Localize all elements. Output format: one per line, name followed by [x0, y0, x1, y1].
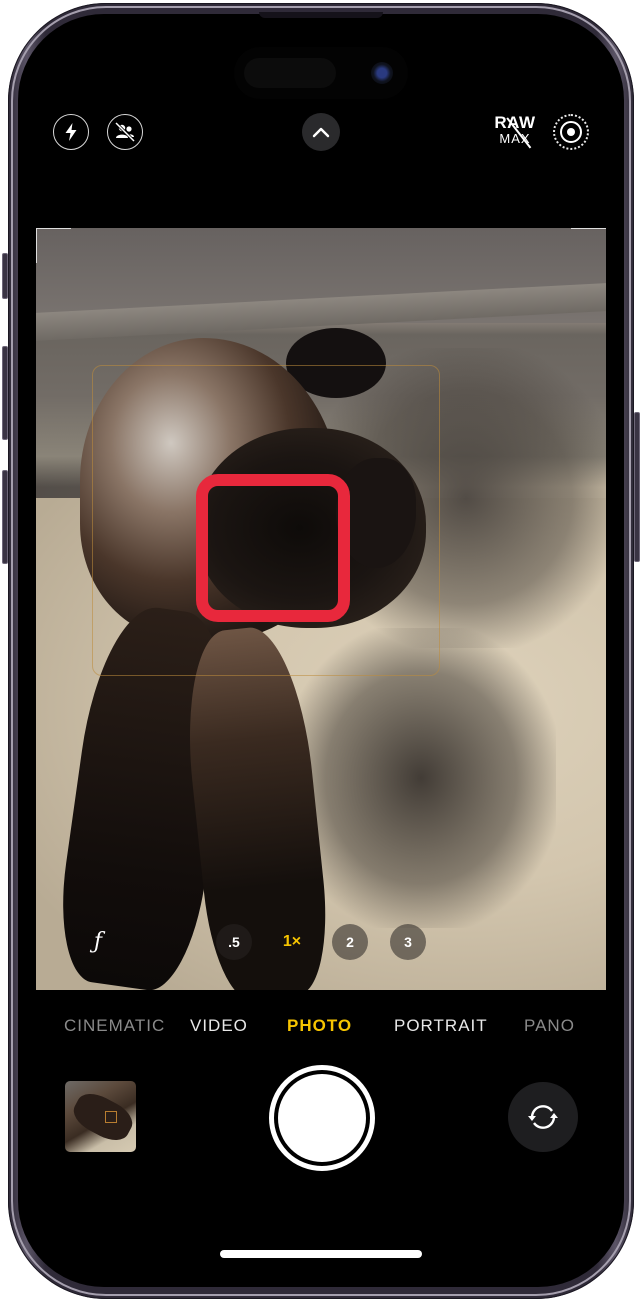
aperture-button[interactable]: ƒ [80, 924, 116, 960]
live-photo-button[interactable] [553, 114, 589, 150]
flash-button[interactable] [53, 114, 89, 150]
max-label: MAX [499, 131, 531, 146]
thumbnail-face-box [105, 1111, 117, 1123]
home-indicator[interactable] [220, 1250, 422, 1258]
volume-up-button[interactable] [2, 346, 8, 440]
people-off-icon [114, 121, 136, 143]
zoom-0.5x-button[interactable]: .5 [216, 924, 252, 960]
mode-portrait[interactable]: PORTRAIT [394, 1016, 488, 1036]
action-button[interactable] [2, 253, 8, 299]
chevron-up-icon [312, 127, 330, 138]
mode-video[interactable]: VIDEO [190, 1016, 248, 1036]
zoom-2x-button[interactable]: 2 [332, 924, 368, 960]
thumbnail-cat [68, 1087, 136, 1147]
camera-flip-icon [528, 1105, 558, 1129]
live-photo-icon [560, 121, 582, 143]
mode-photo[interactable]: PHOTO [287, 1016, 352, 1036]
viewfinder-corner [36, 228, 71, 229]
raw-max-button[interactable]: RAW MAX [492, 114, 538, 152]
zoom-3x-button[interactable]: 3 [390, 924, 426, 960]
mode-cinematic[interactable]: CINEMATIC [64, 1016, 165, 1036]
mode-pano[interactable]: PANO [524, 1016, 575, 1036]
viewfinder-corner [36, 228, 37, 263]
shutter-button[interactable] [269, 1065, 375, 1171]
zoom-1x-button[interactable]: 1× [274, 924, 310, 960]
power-button[interactable] [634, 412, 640, 562]
speaker-slot [259, 12, 383, 18]
front-camera [371, 62, 393, 84]
live-photo-off-button[interactable] [107, 114, 143, 150]
flash-icon [65, 123, 77, 141]
viewfinder[interactable] [36, 228, 606, 990]
focus-highlight-box [196, 474, 350, 622]
island-sensor [244, 58, 336, 88]
shutter-inner [278, 1074, 366, 1162]
viewfinder-corner [571, 228, 606, 229]
expand-controls-button[interactable] [302, 113, 340, 151]
volume-down-button[interactable] [2, 470, 8, 564]
flip-camera-button[interactable] [508, 1082, 578, 1152]
dynamic-island [234, 47, 408, 99]
last-photo-thumbnail[interactable] [65, 1081, 136, 1152]
